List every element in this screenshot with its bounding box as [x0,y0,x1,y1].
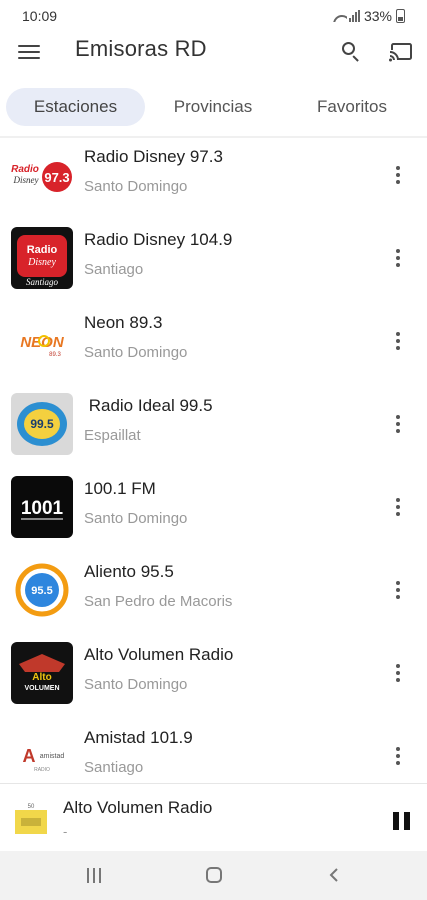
home-icon[interactable] [201,863,227,887]
station-logo: 97.3 Radio Disney [11,144,73,206]
now-playing-bar[interactable]: 50 Alto Volumen Radio - [0,783,427,851]
svg-text:Disney: Disney [13,175,39,185]
station-province: Santo Domingo [84,344,188,361]
status-bar: 10:09 33% [0,0,427,32]
station-logo: 95.5 [11,559,73,621]
station-logo: 1001 [11,476,73,538]
now-playing-logo: 50 [11,800,51,840]
more-options-icon[interactable] [388,411,408,437]
station-name: Aliento 95.5 [84,562,174,581]
station-province: Santo Domingo [84,178,188,195]
station-logo: 99.5 [11,393,73,455]
battery-percent: 33% [363,8,392,24]
svg-text:amistad: amistad [40,753,65,760]
svg-text:VOLUMEN: VOLUMEN [25,685,60,692]
station-province: Santiago [84,759,144,776]
status-icons [332,10,360,22]
station-province: Santo Domingo [84,676,188,693]
station-item[interactable]: Radio Disney Santiago Radio Disney 104.9… [0,221,427,304]
station-item[interactable]: A amistad RADIO Amistad 101.9 Santiago [0,719,427,782]
svg-text:Alto: Alto [32,672,51,683]
more-options-icon[interactable] [388,328,408,354]
station-province: Espaillat [84,427,141,444]
station-name: 100.1 FM [84,479,156,498]
now-playing-subtitle: - [63,824,68,839]
svg-text:1001: 1001 [21,498,64,519]
station-name: Radio Ideal 99.5 [84,396,213,415]
station-list[interactable]: 97.3 Radio Disney Radio Disney 97.3 Sant… [0,138,427,782]
back-icon[interactable] [321,863,347,887]
tab-provincias[interactable]: Provincias [152,88,274,126]
station-logo: Radio Disney Santiago [11,227,73,289]
svg-text:Disney: Disney [27,257,56,268]
more-options-icon[interactable] [388,743,408,769]
station-item[interactable]: Alto VOLUMEN Alto Volumen Radio Santo Do… [0,636,427,719]
station-logo: Alto VOLUMEN [11,642,73,704]
station-province: Santiago [84,261,144,278]
station-item[interactable]: 1001 100.1 FM Santo Domingo [0,470,427,553]
station-province: San Pedro de Macoris [84,593,233,610]
station-name: Alto Volumen Radio [84,645,234,664]
more-options-icon[interactable] [388,162,408,188]
svg-text:Radio: Radio [27,244,58,256]
app-title: Emisoras RD [75,36,207,61]
status-time: 10:09 [22,8,58,24]
more-options-icon[interactable] [388,660,408,686]
svg-text:99.5: 99.5 [30,417,54,431]
station-item[interactable]: NEON 89.3 Neon 89.3 Santo Domingo [0,304,427,387]
station-name: Radio Disney 97.3 [84,147,223,166]
station-name: Radio Disney 104.9 [84,230,233,249]
tab-favoritos[interactable]: Favoritos [292,88,412,126]
svg-text:95.5: 95.5 [31,585,52,597]
menu-icon[interactable] [18,43,40,61]
svg-text:50: 50 [28,804,35,810]
station-item[interactable]: 97.3 Radio Disney Radio Disney 97.3 Sant… [0,138,427,221]
more-options-icon[interactable] [388,245,408,271]
svg-text:RADIO: RADIO [34,767,50,773]
more-options-icon[interactable] [388,494,408,520]
search-icon[interactable] [341,41,363,63]
svg-text:89.3: 89.3 [49,352,61,358]
now-playing-title: Alto Volumen Radio [63,798,213,817]
station-item[interactable]: 99.5 Radio Ideal 99.5 Espaillat [0,387,427,470]
station-name: Neon 89.3 [84,313,163,332]
station-province: Santo Domingo [84,510,188,527]
pause-icon[interactable] [393,812,411,830]
app-bar: Emisoras RD [0,32,427,72]
station-name: Amistad 101.9 [84,728,193,747]
system-nav-bar [0,851,427,900]
svg-text:97.3: 97.3 [44,170,69,185]
svg-text:A: A [23,746,36,766]
battery-icon [396,9,405,23]
tab-estaciones[interactable]: Estaciones [6,88,145,126]
more-options-icon[interactable] [388,577,408,603]
svg-text:Radio: Radio [11,164,39,175]
station-item[interactable]: 95.5 Aliento 95.5 San Pedro de Macoris [0,553,427,636]
station-logo: A amistad RADIO [11,725,73,782]
wifi-icon [332,11,347,22]
signal-icon [348,10,360,22]
cast-icon[interactable] [389,42,413,62]
tab-bar: Estaciones Provincias Favoritos [0,88,427,130]
station-logo: NEON 89.3 [11,310,73,372]
status-right: 33% [332,8,405,24]
recent-apps-icon[interactable] [81,863,107,887]
svg-text:Santiago: Santiago [26,277,59,287]
